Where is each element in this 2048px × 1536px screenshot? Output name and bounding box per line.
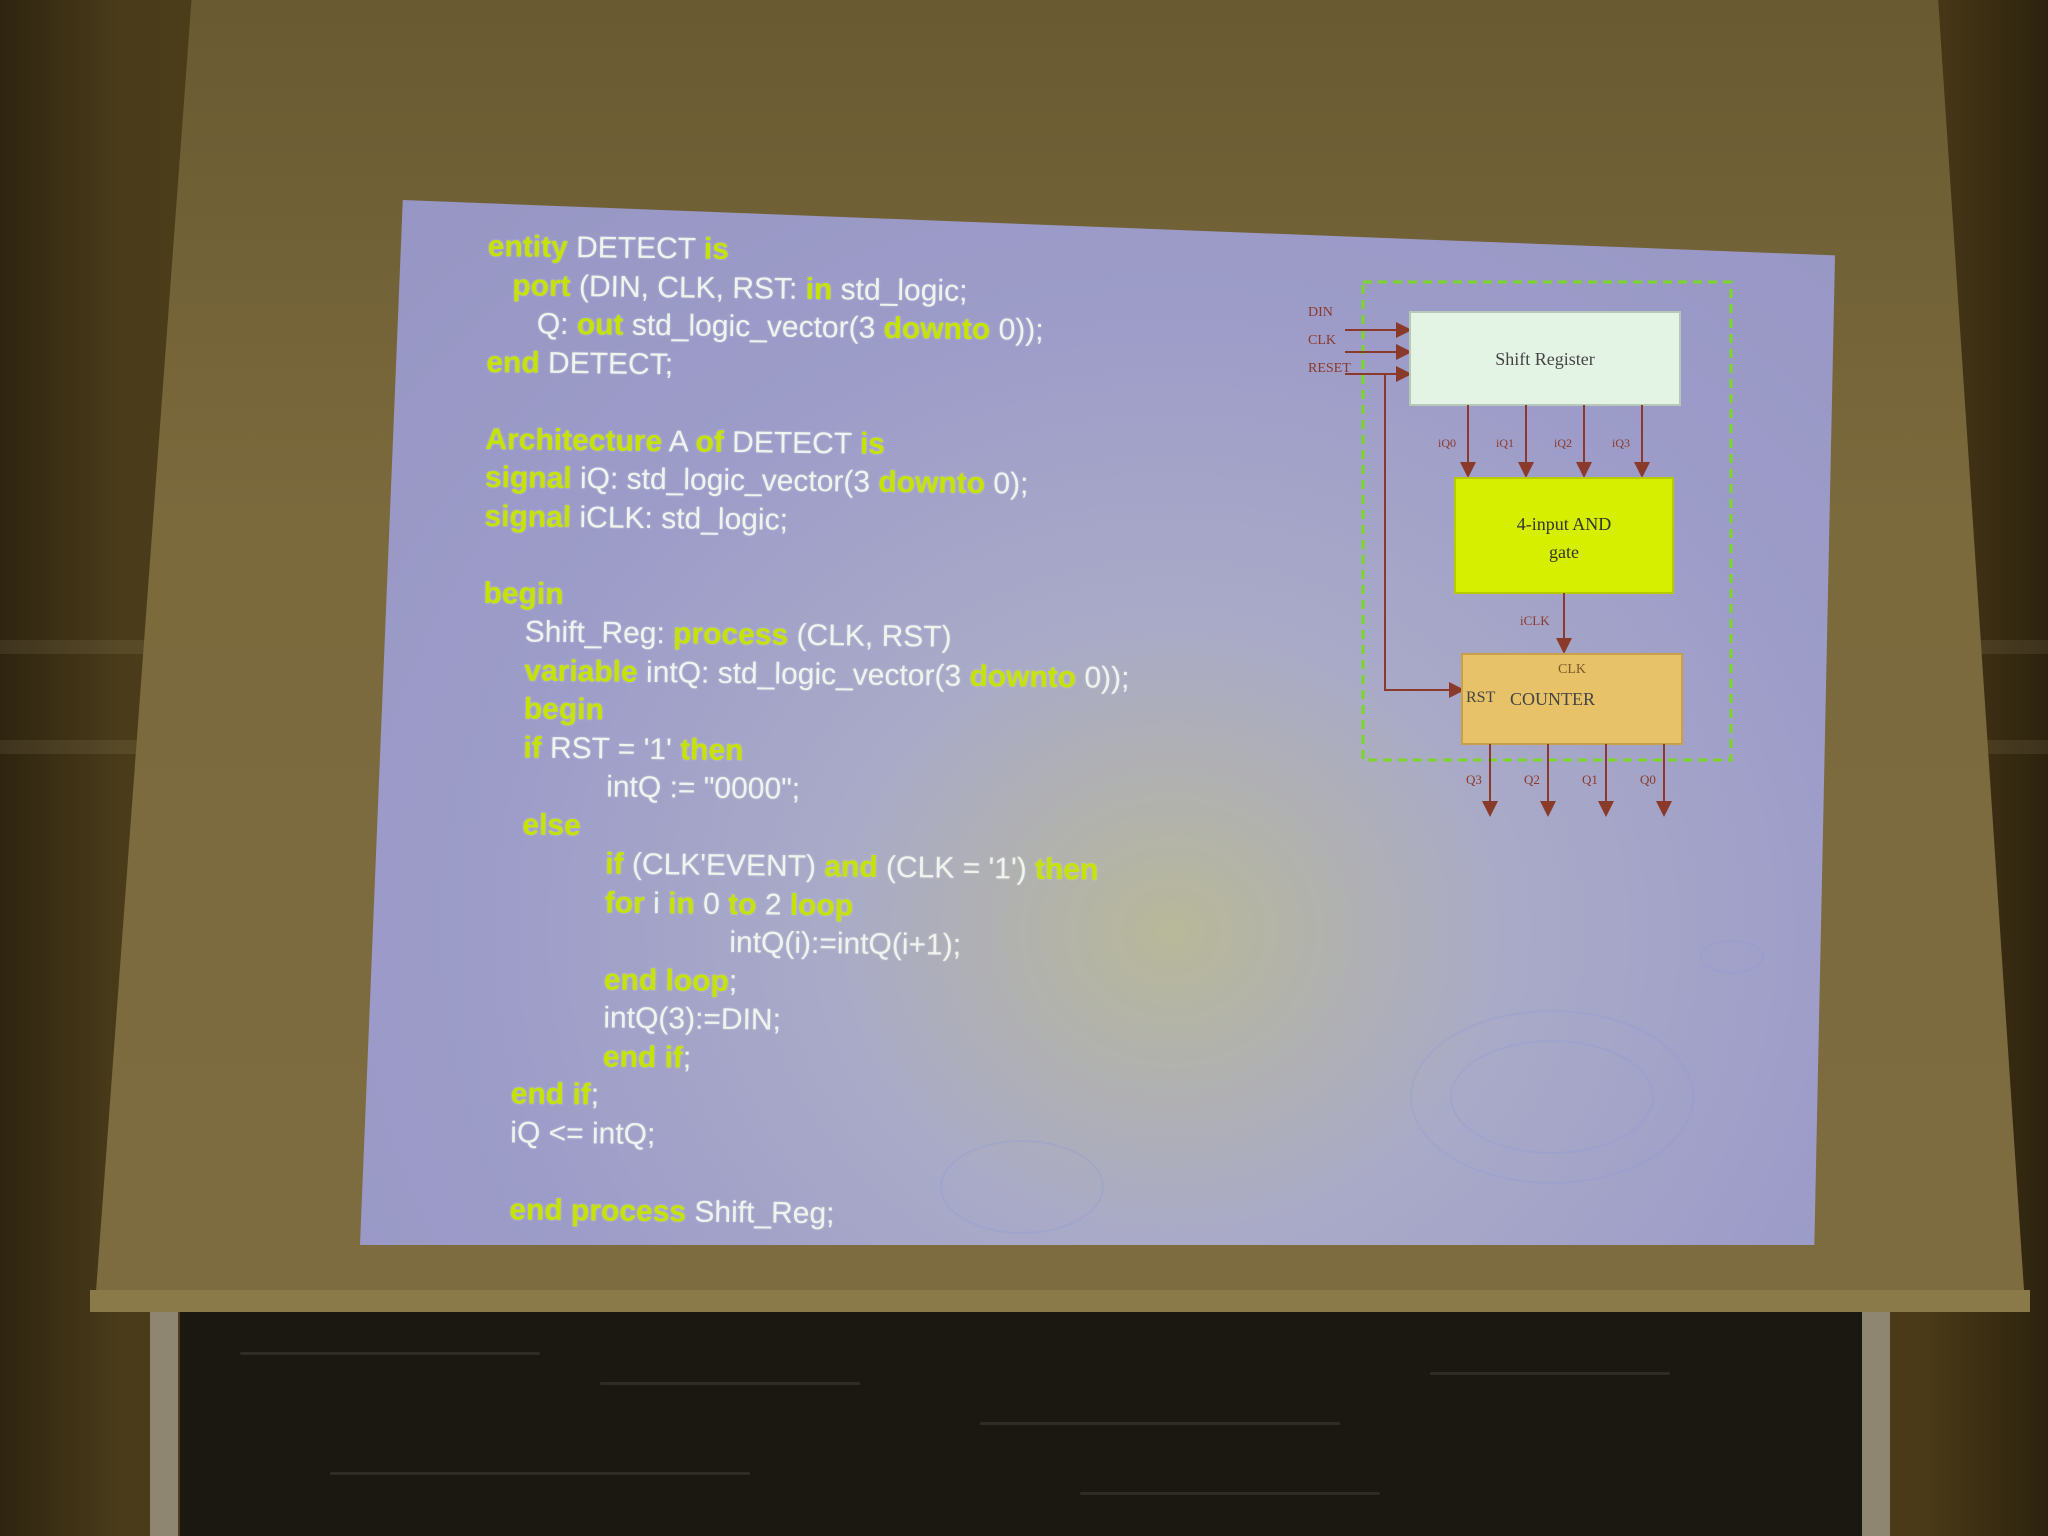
chalk-mark [240,1352,540,1355]
output-label-q0: Q0 [1640,772,1656,787]
chalk-mark [600,1382,860,1385]
rst-to-counter-wire [1384,374,1465,698]
chalkboard-frame-right [1862,1312,1890,1536]
chalk-mark [1080,1492,1380,1495]
screen-bottom-bar [90,1290,2030,1312]
detect-block-diagram: DIN CLK RESET Shift Register iQ0 iQ1 iQ2… [1308,280,1733,817]
and-gate-label-line2: gate [1549,542,1579,562]
bus-label-iq2: iQ2 [1554,436,1572,450]
output-label-q3: Q3 [1466,772,1482,787]
chalk-mark [330,1472,750,1475]
counter-rst-label: RST [1466,689,1496,706]
chalk-mark [1430,1372,1670,1375]
counter-label: COUNTER [1510,689,1595,709]
projected-slide: entity DETECT is port (DIN, CLK, RST: in… [360,200,1835,1245]
output-label-q2: Q2 [1524,772,1540,787]
counter-clk-label: CLK [1558,662,1586,677]
chalkboard-frame-left [150,1312,178,1536]
output-label-q1: Q1 [1582,772,1598,787]
bus-label-iq0: iQ0 [1438,436,1456,450]
chalk-mark [980,1422,1340,1425]
iclk-label: iCLK [1520,613,1550,628]
bus-label-iq3: iQ3 [1612,436,1630,450]
input-label-reset: RESET [1308,361,1351,376]
shift-register-label: Shift Register [1495,349,1595,369]
bus-label-iq1: iQ1 [1496,436,1514,450]
and-gate-label-line1: 4-input AND [1517,514,1612,534]
and-gate-block [1454,477,1674,594]
input-label-clk: CLK [1308,333,1336,348]
chalkboard [180,1312,1870,1536]
input-label-din: DIN [1308,305,1333,320]
